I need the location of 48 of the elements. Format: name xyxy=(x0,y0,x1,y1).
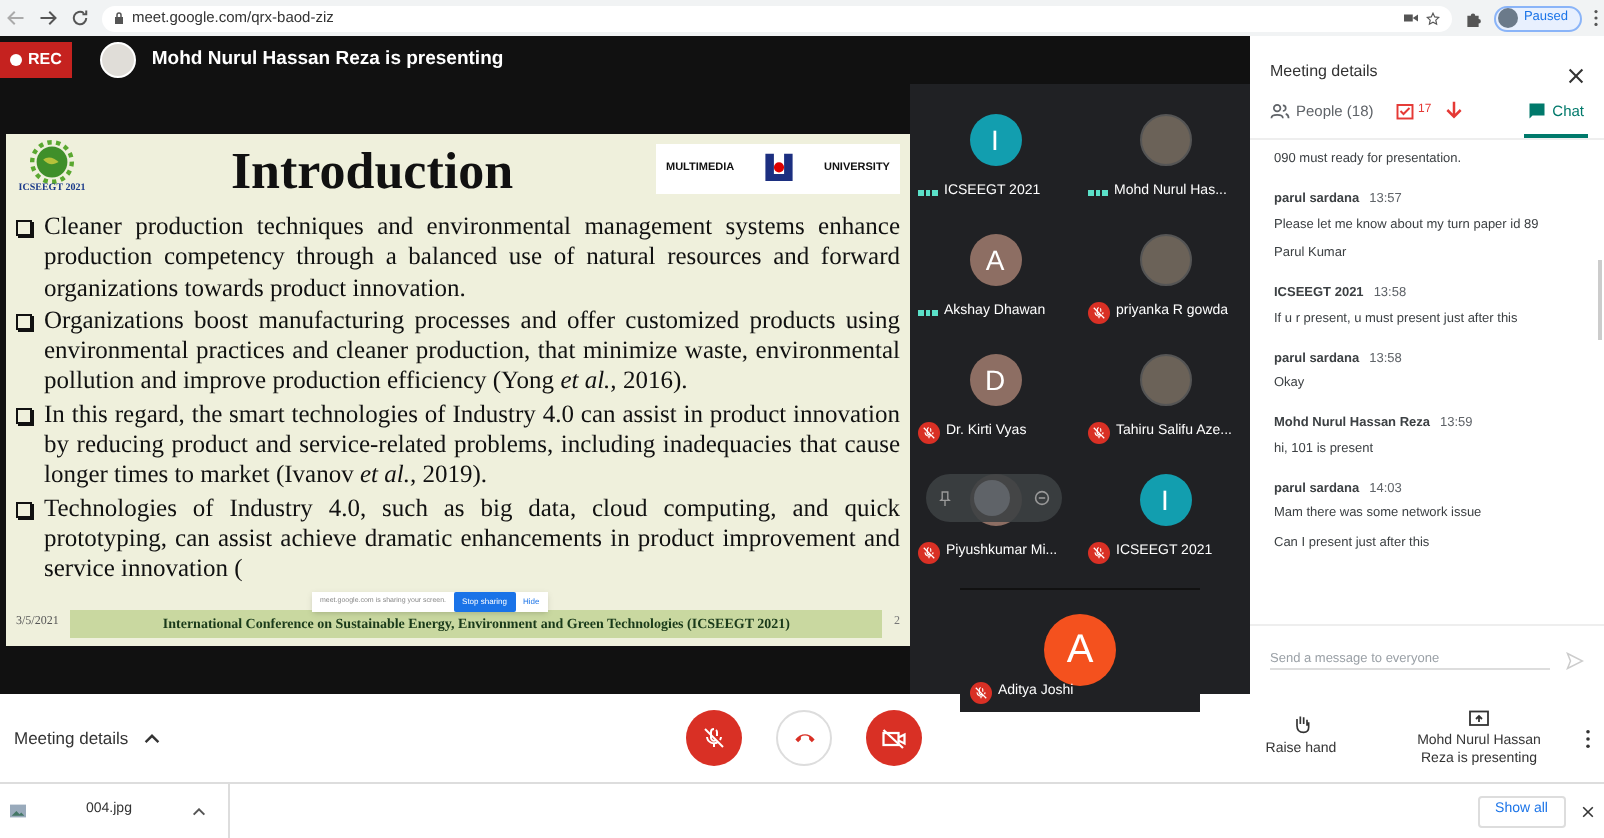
hand-icon xyxy=(1291,714,1311,735)
people-icon xyxy=(1270,102,1290,120)
participant-avatar: I xyxy=(1139,474,1191,526)
meeting-details-button[interactable]: Meeting details xyxy=(14,725,686,751)
participant-avatar: I xyxy=(969,114,1021,166)
presenter-avatar xyxy=(99,42,136,78)
bullet-text: Cleaner production techniques and environmental management systems enhance production competency through a balanced use of natural resources and forward organizations towards product innovation. xyxy=(44,212,900,304)
lock-icon xyxy=(114,12,124,24)
microphone-button[interactable] xyxy=(686,710,742,766)
present-screen-icon xyxy=(1468,709,1490,727)
checkbox-bullet-icon xyxy=(16,501,32,518)
close-icon[interactable] xyxy=(1582,805,1594,817)
participant-photo xyxy=(1139,354,1191,406)
camera-button[interactable] xyxy=(866,710,922,766)
panel-title: Meeting details xyxy=(1270,60,1378,84)
slide-title: Introduction xyxy=(228,140,516,204)
pin-icon[interactable] xyxy=(937,489,952,507)
presenter-label: Mohd Nurul Hassan Reza is presenting xyxy=(151,45,504,74)
recording-badge: REC xyxy=(0,42,72,78)
globe-logo-icon xyxy=(28,140,76,184)
extensions-icon[interactable] xyxy=(1463,9,1482,27)
remove-icon[interactable] xyxy=(1034,490,1051,506)
chat-icon xyxy=(1528,102,1547,120)
bullet-text: Organizations boost manufacturing processes and offer customized products using environmental practices and cleaner production, that minimize waste, environmental pollution and improve production efficiency (Yong et al., 2016). xyxy=(44,305,900,398)
participant-avatar: D xyxy=(969,354,1021,406)
camera-icon[interactable] xyxy=(1403,12,1418,24)
image-file-icon xyxy=(10,804,26,818)
hang-up-icon xyxy=(793,732,815,744)
avatar-icon xyxy=(1497,8,1518,28)
muted-mic-icon xyxy=(702,726,726,750)
checkbox-bullet-icon xyxy=(16,220,32,236)
participant-avatar: A xyxy=(969,234,1021,286)
reload-icon[interactable] xyxy=(70,8,90,28)
bullet-text: Technologies of Industry 4.0, such as big data, cloud computing, and quick prototyping, can assist achieve dramatic enhancements in product improvement and service innovation ( xyxy=(44,493,900,586)
bullet-text: In this regard, the smart technologies of Industry 4.0 can assist in product innovation by reducing product and service-related problems, including inadequacies that cause longer times to market (Ivanov et al., 2019). xyxy=(44,399,900,492)
close-icon[interactable] xyxy=(1568,68,1584,84)
camera-off-icon xyxy=(882,727,906,749)
chevron-up-icon[interactable] xyxy=(191,807,206,815)
participant-avatar: A xyxy=(1044,614,1116,686)
down-arrow-icon xyxy=(1443,100,1464,120)
checked-clipboard-icon xyxy=(1396,101,1414,119)
participant-photo xyxy=(1139,234,1191,286)
chevron-up-icon xyxy=(144,733,161,743)
forward-icon[interactable] xyxy=(38,8,58,28)
checkbox-bullet-icon xyxy=(16,313,32,330)
star-icon[interactable] xyxy=(1425,11,1440,25)
checkbox-bullet-icon xyxy=(16,407,32,424)
participant-photo xyxy=(1139,114,1191,166)
